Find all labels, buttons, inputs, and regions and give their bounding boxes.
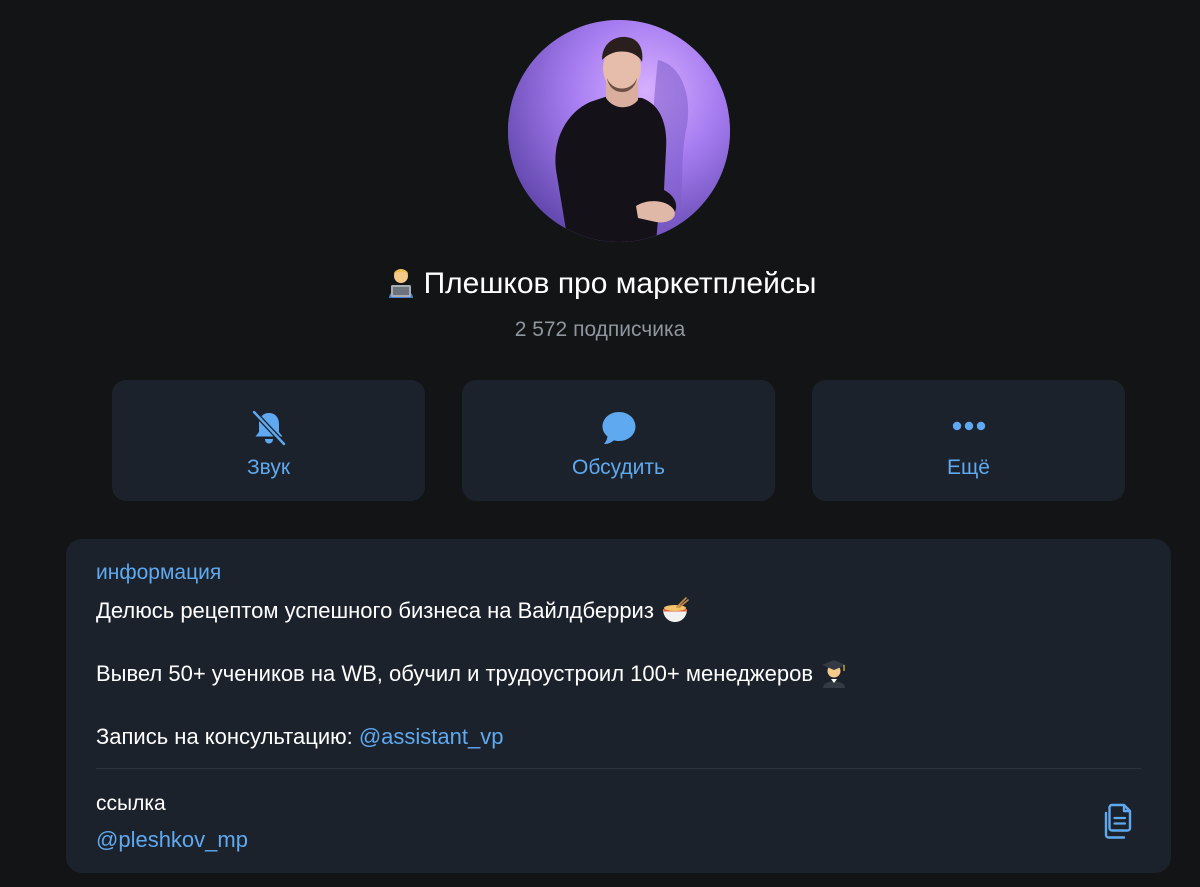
discuss-button[interactable]: Обсудить xyxy=(462,380,775,501)
channel-title-text: Плешков про маркетплейсы xyxy=(423,267,817,300)
info-heading: информация xyxy=(96,561,222,584)
noodle-bowl-emoji-icon xyxy=(660,595,690,625)
info-card: информация Делюсь рецептом успешного биз… xyxy=(66,539,1171,873)
channel-avatar[interactable] xyxy=(508,20,730,242)
sound-button-label: Звук xyxy=(246,456,291,479)
bell-muted-icon xyxy=(251,409,286,447)
discuss-button-label: Обсудить xyxy=(572,456,665,479)
chat-bubble-icon xyxy=(602,412,635,444)
technologist-emoji-icon xyxy=(384,265,418,299)
graduate-emoji-icon xyxy=(819,658,849,689)
description-line-1-text: Делюсь рецептом успешного бизнеса на Вай… xyxy=(96,598,654,623)
info-divider xyxy=(96,768,1141,769)
description-line-1: Делюсь рецептом успешного бизнеса на Вай… xyxy=(96,596,690,626)
avatar-photo xyxy=(508,20,730,242)
description-line-2: Вывел 50+ учеников на WB, обучил и трудо… xyxy=(96,659,849,689)
link-label: ссылка xyxy=(96,792,166,815)
description-line-3-prefix: Запись на консультацию: xyxy=(96,724,359,749)
sound-button[interactable]: Звук xyxy=(112,380,425,501)
subscriber-count: 2 572 подписчика xyxy=(514,318,686,341)
more-button-label: Ещё xyxy=(947,456,990,479)
channel-link[interactable]: @pleshkov_mp xyxy=(96,825,248,855)
channel-title: Плешков про маркетплейсы xyxy=(0,264,1200,304)
description-line-2-text: Вывел 50+ учеников на WB, обучил и трудо… xyxy=(96,661,814,686)
description-line-3: Запись на консультацию: @assistant_vp xyxy=(96,722,503,752)
more-dots-icon xyxy=(952,421,985,431)
assistant-link[interactable]: @assistant_vp xyxy=(359,724,504,749)
more-button[interactable]: Ещё xyxy=(812,380,1125,501)
copy-icon[interactable] xyxy=(1100,801,1140,841)
